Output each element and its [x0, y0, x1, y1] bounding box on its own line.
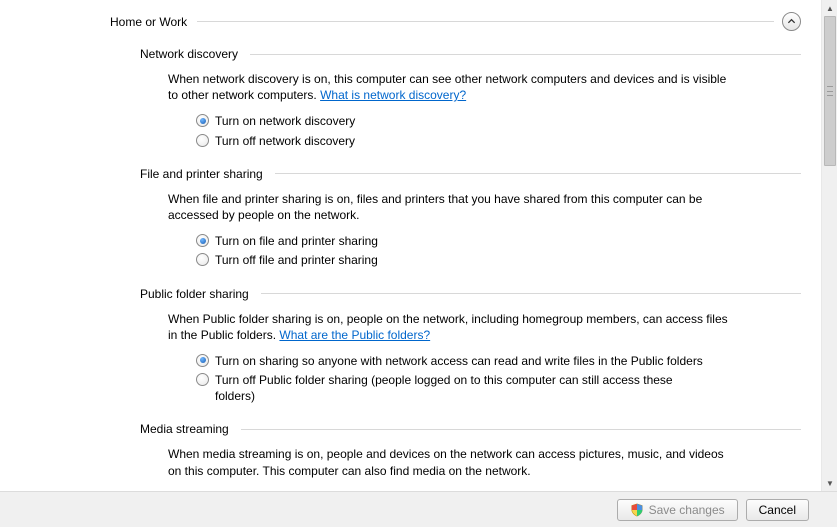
footer-bar: Save changes Cancel — [0, 491, 837, 527]
link-what-are-public-folders[interactable]: What are the Public folders? — [279, 328, 430, 342]
radio-group-network-discovery: Turn on network discovery Turn off netwo… — [196, 113, 801, 148]
radio-network-discovery-on[interactable]: Turn on network discovery — [196, 113, 801, 129]
radio-icon — [196, 354, 209, 367]
section-header: Network discovery — [140, 47, 801, 61]
radio-icon — [196, 234, 209, 247]
link-what-is-network-discovery[interactable]: What is network discovery? — [320, 88, 466, 102]
shield-icon — [630, 503, 644, 517]
section-title: Media streaming — [140, 422, 241, 436]
profile-header: Home or Work — [110, 12, 801, 31]
section-header: Media streaming — [140, 422, 801, 436]
section-file-printer-sharing: File and printer sharing When file and p… — [140, 167, 801, 269]
section-description: When network discovery is on, this compu… — [168, 71, 728, 103]
section-description: When file and printer sharing is on, fil… — [168, 191, 728, 223]
section-description: When media streaming is on, people and d… — [168, 446, 728, 478]
scroll-up-arrow-icon[interactable]: ▲ — [822, 0, 837, 16]
chevron-up-icon — [787, 17, 796, 26]
section-header: File and printer sharing — [140, 167, 801, 181]
radio-public-folder-on[interactable]: Turn on sharing so anyone with network a… — [196, 353, 801, 369]
button-label: Save changes — [649, 503, 725, 517]
radio-group-public-folder: Turn on sharing so anyone with network a… — [196, 353, 801, 405]
divider — [197, 21, 774, 22]
section-network-discovery: Network discovery When network discovery… — [140, 47, 801, 149]
scroll-down-arrow-icon[interactable]: ▼ — [822, 475, 837, 491]
radio-icon — [196, 114, 209, 127]
button-label: Cancel — [759, 503, 796, 517]
save-changes-button[interactable]: Save changes — [617, 499, 738, 521]
radio-group-file-printer: Turn on file and printer sharing Turn of… — [196, 233, 801, 268]
description-text: When Public folder sharing is on, people… — [168, 312, 728, 342]
divider — [275, 173, 801, 174]
radio-label: Turn on network discovery — [215, 113, 355, 129]
radio-icon — [196, 253, 209, 266]
section-public-folder-sharing: Public folder sharing When Public folder… — [140, 287, 801, 405]
divider — [250, 54, 801, 55]
profile-title: Home or Work — [110, 15, 197, 29]
section-description: When Public folder sharing is on, people… — [168, 311, 728, 343]
collapse-button[interactable] — [782, 12, 801, 31]
radio-label: Turn off network discovery — [215, 133, 355, 149]
divider — [261, 293, 801, 294]
radio-file-printer-off[interactable]: Turn off file and printer sharing — [196, 252, 801, 268]
radio-label: Turn on file and printer sharing — [215, 233, 378, 249]
divider — [241, 429, 801, 430]
section-title: Public folder sharing — [140, 287, 261, 301]
section-title: Network discovery — [140, 47, 250, 61]
radio-label: Turn off file and printer sharing — [215, 252, 378, 268]
radio-icon — [196, 373, 209, 386]
radio-label: Turn on sharing so anyone with network a… — [215, 353, 703, 369]
radio-label: Turn off Public folder sharing (people l… — [215, 372, 715, 404]
section-title: File and printer sharing — [140, 167, 275, 181]
scrollbar-thumb[interactable] — [824, 16, 836, 166]
radio-icon — [196, 134, 209, 147]
radio-file-printer-on[interactable]: Turn on file and printer sharing — [196, 233, 801, 249]
radio-network-discovery-off[interactable]: Turn off network discovery — [196, 133, 801, 149]
vertical-scrollbar[interactable]: ▲ ▼ — [821, 0, 837, 491]
cancel-button[interactable]: Cancel — [746, 499, 809, 521]
section-header: Public folder sharing — [140, 287, 801, 301]
radio-public-folder-off[interactable]: Turn off Public folder sharing (people l… — [196, 372, 801, 404]
settings-scroll-area: Home or Work Network discovery When netw… — [0, 0, 821, 491]
section-media-streaming: Media streaming When media streaming is … — [140, 422, 801, 478]
